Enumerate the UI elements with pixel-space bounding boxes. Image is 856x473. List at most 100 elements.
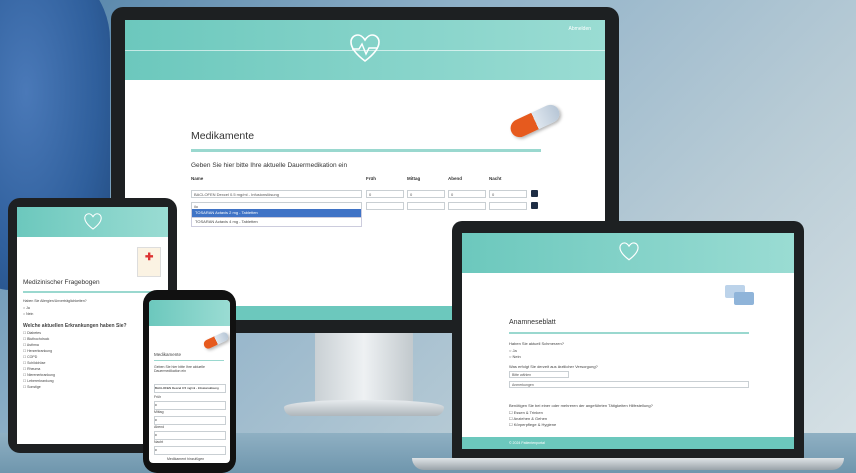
option-label: Bluthochdruck: [27, 337, 50, 341]
option-label: Rheuma: [27, 367, 41, 371]
heart-pulse-logo-icon: [619, 242, 639, 261]
monitor-stand: [315, 333, 413, 405]
option-label: Körperpflege & Hygiene: [513, 422, 557, 427]
phone-label-frueh: Früh: [154, 395, 162, 399]
chat-bubbles-icon: [725, 285, 754, 305]
phone-medication-input[interactable]: BACLOFEN Dexcel 0.5 mg/ml - Infusionslös…: [154, 384, 226, 393]
pain-question: Haben Sie aktuell Schmerzen?: [509, 341, 564, 346]
tablet-title-rule: [23, 291, 163, 293]
phone-add-medication-button[interactable]: Medikament hinzufügen: [167, 457, 204, 461]
monitor-stand-base: [284, 400, 444, 416]
option-label: Diabetes: [27, 331, 41, 335]
assistance-option[interactable]: ☐ Anziehen & Gehen: [509, 416, 547, 421]
phone-header: [149, 300, 230, 326]
option-label: Essen & Trinken: [513, 410, 543, 415]
condition-option[interactable]: ☐ Lebererkrankung: [23, 379, 54, 383]
phone-title-rule: [154, 360, 224, 361]
column-header-abend: Abend: [448, 176, 462, 181]
laptop-header: [462, 233, 794, 273]
page-title: Medikamente: [191, 130, 255, 142]
option-label: Ja: [512, 348, 517, 353]
condition-option[interactable]: ☐ Nierenerkrankung: [23, 373, 55, 377]
heart-pulse-logo-icon: [350, 34, 380, 63]
column-header-mittag: Mittag: [407, 176, 421, 181]
pill-icon: [507, 101, 563, 141]
option-label: Nein: [512, 354, 521, 359]
title-rule: [191, 149, 541, 152]
autocomplete-option[interactable]: TOSARAN Actavis 2 mg - Tabletten: [191, 209, 362, 218]
medication-question: Geben Sie hier bitte Ihre aktuelle Dauer…: [191, 162, 348, 169]
pill-icon: [202, 330, 230, 351]
add-row-button[interactable]: [531, 202, 538, 209]
heart-pulse-logo-icon: [84, 213, 102, 230]
option-label: Sonstige: [27, 385, 41, 389]
condition-option[interactable]: ☐ Schilddrüse: [23, 361, 45, 365]
option-label: Asthma: [26, 343, 39, 347]
frueh-input-2[interactable]: [366, 202, 404, 210]
phone-label-mittag: Mittag: [154, 410, 164, 414]
column-header-nacht: Nacht: [489, 176, 502, 181]
condition-option[interactable]: ☐ Sonstige: [23, 385, 41, 389]
laptop-title-rule: [509, 332, 749, 334]
assistance-question: Benötigen Sie bei einer oder mehreren de…: [509, 403, 653, 408]
smartphone-device: Medikamente Geben Sie hier bitte Ihre ak…: [143, 290, 236, 473]
mittag-input[interactable]: 0: [407, 190, 445, 198]
option-label: Nierenerkrankung: [27, 373, 55, 377]
nacht-input-2[interactable]: [489, 202, 527, 210]
logout-link[interactable]: Abmelden: [568, 26, 591, 32]
phone-question: Geben Sie hier bitte Ihre aktuelle Dauer…: [154, 365, 205, 373]
phone-label-abend: Abend: [154, 425, 165, 429]
option-label: COPD: [27, 355, 38, 359]
remove-row-button[interactable]: [531, 190, 538, 197]
pain-option-yes[interactable]: ○ Ja: [509, 348, 517, 353]
medical-document-icon: ✚: [137, 247, 161, 277]
abend-input[interactable]: 0: [448, 190, 486, 198]
condition-option[interactable]: ☐ Asthma: [23, 343, 39, 347]
phone-screen: Medikamente Geben Sie hier bitte Ihre ak…: [149, 300, 230, 463]
phone-nacht-input[interactable]: 0: [154, 446, 226, 455]
column-header-frueh: Früh: [366, 176, 376, 181]
autocomplete-option[interactable]: TOSARAN Actavis 4 mg - Tabletten: [191, 218, 362, 227]
assistance-option[interactable]: ☐ Körperpflege & Hygiene: [509, 422, 556, 427]
laptop-page-title: Anamneseblatt: [509, 319, 556, 326]
tablet-page-title: Medizinischer Fragebogen: [23, 279, 100, 286]
laptop-base: [412, 458, 844, 470]
phone-abend-input[interactable]: 0: [154, 431, 226, 440]
mittag-input-2[interactable]: [407, 202, 445, 210]
laptop-screen: Anamneseblatt Haben Sie aktuell Schmerze…: [462, 233, 794, 449]
phone-label-nacht: Nacht: [154, 440, 164, 444]
allergy-question: Haben Sie Allergien/Unverträglichkeiten?: [23, 299, 87, 303]
care-select[interactable]: Bitte wählen: [509, 371, 569, 378]
condition-option[interactable]: ☐ Bluthochdruck: [23, 337, 49, 341]
abend-input-2[interactable]: [448, 202, 486, 210]
app-header: Abmelden: [125, 20, 605, 80]
condition-option[interactable]: ☐ Rheuma: [23, 367, 40, 371]
allergy-option-no[interactable]: ○ Nein: [23, 312, 33, 316]
condition-option[interactable]: ☐ Herzerkrankung: [23, 349, 52, 353]
pain-option-no[interactable]: ○ Nein: [509, 354, 521, 359]
option-label: Nein: [26, 312, 34, 316]
laptop-device: Anamneseblatt Haben Sie aktuell Schmerze…: [452, 221, 804, 459]
notes-input[interactable]: Anmerkungen: [509, 381, 749, 388]
option-label: Ja: [26, 306, 30, 310]
laptop-footer: © 2024 Patientenportal: [462, 437, 794, 449]
nacht-input[interactable]: 0: [489, 190, 527, 198]
option-label: Schilddrüse: [27, 361, 46, 365]
autocomplete-dropdown: TOSARAN Actavis 2 mg - Tabletten TOSARAN…: [191, 209, 362, 227]
conditions-question: Welche aktuellen Erkrankungen haben Sie?: [23, 323, 127, 329]
frueh-input[interactable]: 0: [366, 190, 404, 198]
option-label: Lebererkrankung: [27, 379, 54, 383]
condition-option[interactable]: ☐ COPD: [23, 355, 37, 359]
assistance-option[interactable]: ☐ Essen & Trinken: [509, 410, 543, 415]
tablet-header: [17, 207, 168, 237]
option-label: Anziehen & Gehen: [513, 416, 548, 421]
phone-frueh-input[interactable]: 0: [154, 401, 226, 410]
medication-name-input[interactable]: BACLOFEN Dexcel 0.5 mg/ml - Infusionslös…: [191, 190, 362, 198]
condition-option[interactable]: ☐ Diabetes: [23, 331, 41, 335]
phone-page-title: Medikamente: [154, 352, 182, 357]
option-label: Herzerkrankung: [27, 349, 53, 353]
column-header-name: Name: [191, 176, 204, 181]
phone-mittag-input[interactable]: 0: [154, 416, 226, 425]
allergy-option-yes[interactable]: ○ Ja: [23, 306, 30, 310]
care-question: Was erfolgt Sie derzeit aus ärztlicher V…: [509, 364, 598, 369]
